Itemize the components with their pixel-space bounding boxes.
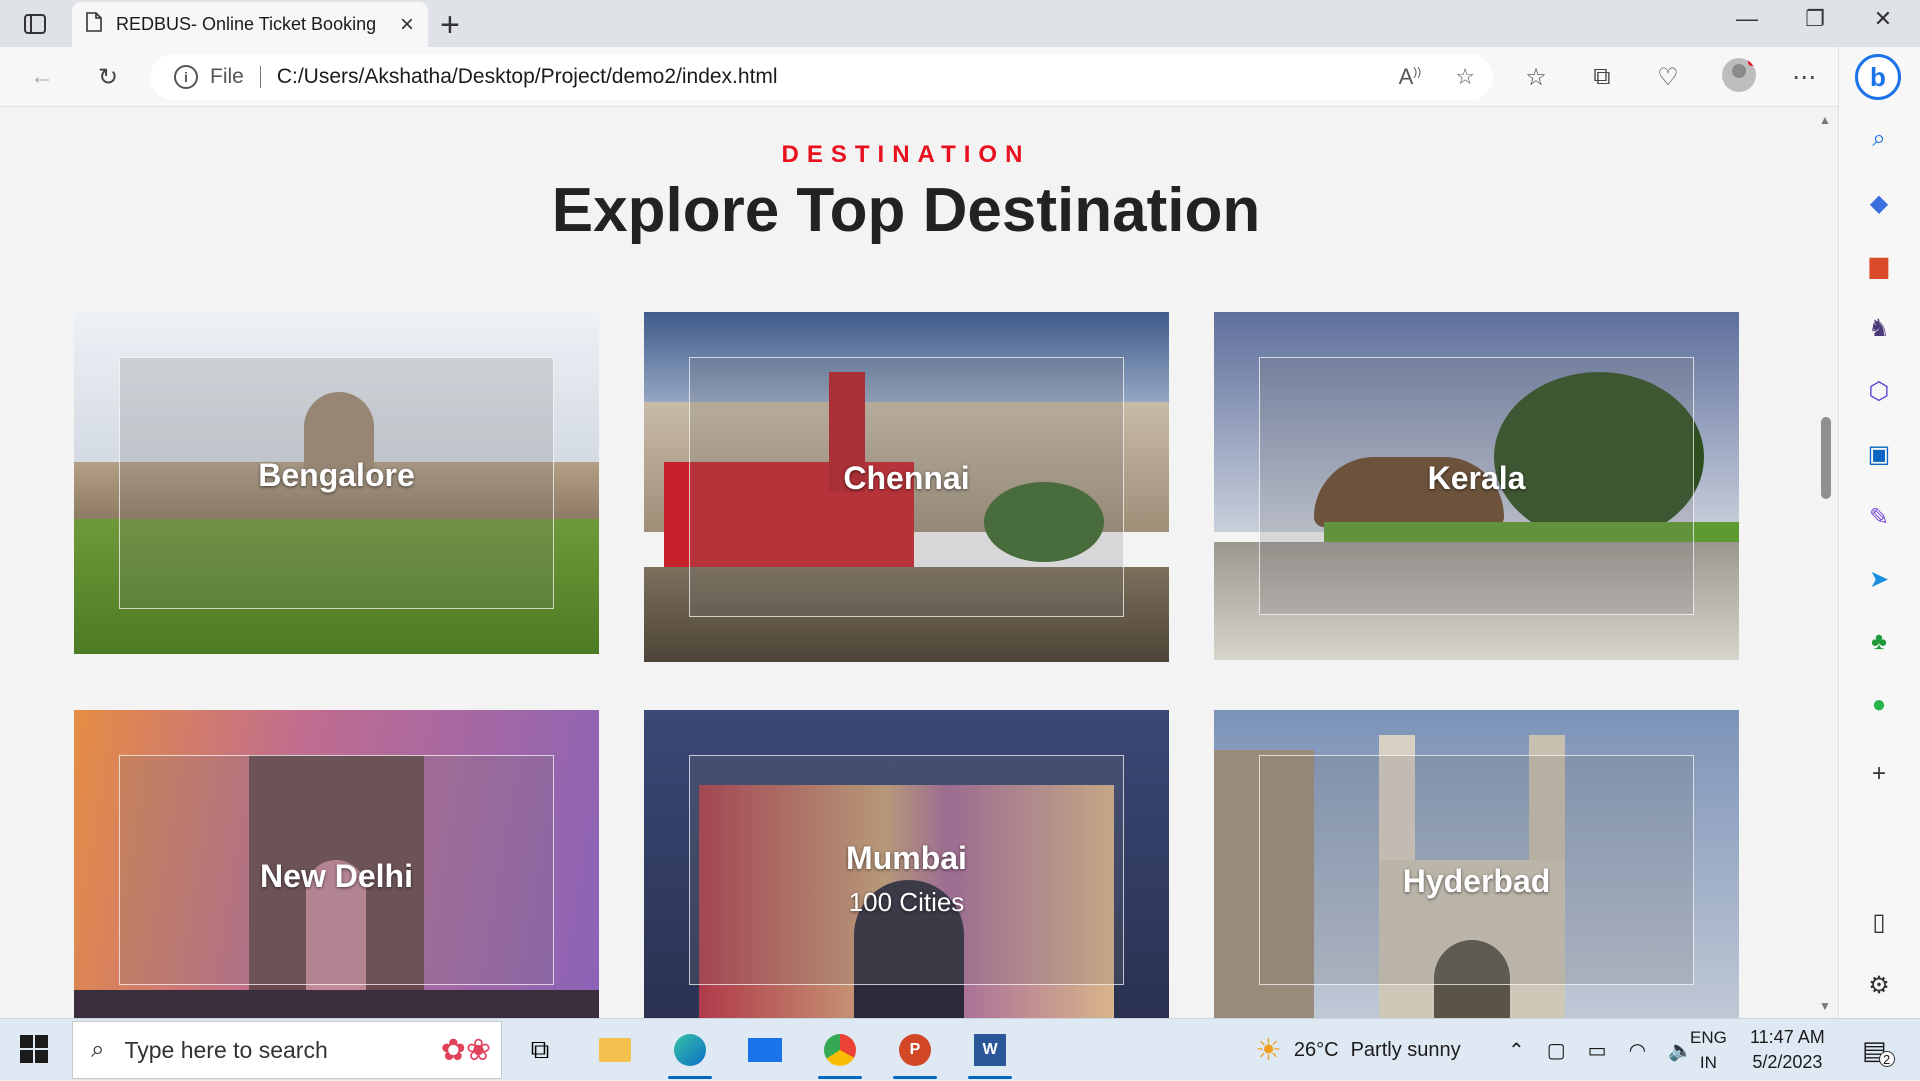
- read-aloud-icon[interactable]: A)): [1399, 64, 1422, 90]
- clock-date: 5/2/2023: [1752, 1052, 1823, 1072]
- window-close-button[interactable]: ✕: [1858, 6, 1908, 32]
- browser-toolbar: ← ↻ i File C:/Users/Akshatha/Desktop/Pro…: [0, 47, 1838, 107]
- destination-card-bengalore[interactable]: Bengalore: [74, 312, 599, 654]
- address-url[interactable]: C:/Users/Akshatha/Desktop/Project/demo2/…: [277, 65, 778, 89]
- card-title: Kerala: [1427, 460, 1526, 496]
- tree-icon[interactable]: ♣: [1862, 625, 1896, 659]
- destination-card-chennai[interactable]: Chennai: [644, 312, 1169, 662]
- clock-time: 11:47 AM: [1750, 1027, 1825, 1047]
- card-title: New Delhi: [260, 858, 413, 894]
- plus-icon[interactable]: +: [440, 8, 460, 42]
- windows-icon[interactable]: [20, 1035, 50, 1065]
- collections-icon[interactable]: ⧉: [1584, 59, 1620, 95]
- hide-sidebar-icon[interactable]: ▯: [1862, 905, 1896, 939]
- destination-card-kerala[interactable]: Kerala: [1214, 312, 1739, 660]
- outlook-icon[interactable]: ▣: [1862, 437, 1896, 471]
- tab-actions-icon[interactable]: [18, 11, 52, 37]
- weather-widget[interactable]: ☀ 26°C Partly sunny: [1255, 1019, 1461, 1081]
- weather-description: Partly sunny: [1350, 1038, 1461, 1061]
- address-scheme: File: [210, 65, 244, 88]
- section-subtitle: DESTINATION: [781, 141, 1031, 168]
- wifi-icon[interactable]: ◠: [1629, 1038, 1646, 1063]
- settings-icon[interactable]: ⚙: [1862, 968, 1896, 1002]
- section-heading: Explore Top Destination: [551, 176, 1261, 245]
- search-icon: ⌕: [91, 1036, 105, 1063]
- office-icon[interactable]: ⬡: [1862, 374, 1896, 408]
- destination-card-hyderbad[interactable]: Hyderbad: [1214, 710, 1739, 1018]
- card-title: Chennai: [843, 460, 970, 496]
- whatsapp-icon[interactable]: ●: [1862, 688, 1896, 722]
- card-subtitle: 100 Cities: [848, 887, 965, 917]
- flowers-decoration-icon: ✿❀: [440, 1033, 491, 1067]
- browser-tab[interactable]: REDBUS- Online Ticket Booking ×: [72, 2, 428, 47]
- card-title: Bengalore: [258, 457, 415, 493]
- add-sidebar-app-icon[interactable]: +: [1862, 757, 1896, 791]
- address-divider: [259, 66, 261, 88]
- bing-icon[interactable]: b: [1855, 54, 1901, 100]
- chevron-up-icon[interactable]: ⌃: [1508, 1038, 1525, 1063]
- tab-title: REDBUS- Online Ticket Booking: [116, 14, 377, 34]
- battery-icon[interactable]: ▭: [1588, 1038, 1607, 1063]
- health-icon[interactable]: ♡: [1650, 59, 1686, 95]
- favorite-add-icon[interactable]: ☆: [1455, 64, 1475, 90]
- tab-bar: REDBUS- Online Ticket Booking × + — ❐ ✕: [0, 0, 1920, 47]
- clock[interactable]: 11:47 AM 5/2/2023: [1750, 1019, 1825, 1081]
- destination-card-mumbai[interactable]: Mumbai 100 Cities: [644, 710, 1169, 1018]
- weather-icon: ☀: [1255, 1033, 1282, 1067]
- edge-icon[interactable]: [660, 1027, 720, 1079]
- notification-badge: 2: [1878, 1051, 1895, 1067]
- meet-icon[interactable]: ▢: [1547, 1038, 1566, 1063]
- notification-icon[interactable]: ▤ 2: [1862, 1019, 1895, 1081]
- address-bar[interactable]: i File C:/Users/Akshatha/Desktop/Project…: [150, 54, 1493, 100]
- system-tray: ⌃ ▢ ▭ ◠ 🔈: [1508, 1019, 1693, 1081]
- minimize-button[interactable]: —: [1722, 6, 1772, 32]
- search-icon[interactable]: ⌕: [1862, 122, 1896, 156]
- more-icon[interactable]: ⋯: [1786, 59, 1822, 95]
- language-region: IN: [1699, 1053, 1717, 1072]
- restore-button[interactable]: ❐: [1790, 6, 1840, 32]
- taskbar: ⌕ Type here to search ✿❀ ⧉ P W ☀ 26°C Pa…: [0, 1018, 1920, 1080]
- page-scrollbar[interactable]: ▲ ▼: [1814, 107, 1838, 1018]
- destination-card-new-delhi[interactable]: New Delhi: [74, 710, 599, 1018]
- file-explorer-icon[interactable]: [585, 1027, 645, 1073]
- file-icon: [86, 12, 102, 37]
- scroll-down-icon[interactable]: ▼: [1819, 999, 1831, 1013]
- favorites-icon[interactable]: ☆: [1518, 59, 1554, 95]
- close-icon[interactable]: ×: [400, 12, 414, 37]
- task-view-icon[interactable]: ⧉: [510, 1027, 570, 1073]
- back-icon[interactable]: ←: [24, 59, 60, 95]
- card-title: Mumbai: [846, 840, 967, 876]
- taskbar-search-placeholder: Type here to search: [124, 1036, 328, 1063]
- language-indicator[interactable]: ENG IN: [1690, 1019, 1727, 1081]
- games-icon[interactable]: ✎: [1862, 500, 1896, 534]
- powerpoint-icon[interactable]: P: [885, 1027, 945, 1079]
- profile-icon[interactable]: [1722, 58, 1756, 92]
- scrollbar-thumb[interactable]: [1821, 417, 1831, 499]
- chrome-icon[interactable]: [810, 1027, 870, 1079]
- foreground: [74, 990, 599, 1018]
- taskbar-search[interactable]: ⌕ Type here to search ✿❀: [72, 1021, 502, 1079]
- briefcase-icon[interactable]: ▆: [1862, 248, 1896, 282]
- mail-icon[interactable]: [735, 1027, 795, 1073]
- send-icon[interactable]: ➤: [1862, 562, 1896, 596]
- chess-icon[interactable]: ♞: [1862, 311, 1896, 345]
- card-title: Hyderbad: [1402, 863, 1551, 899]
- weather-temp: 26°C: [1293, 1038, 1339, 1061]
- tag-icon[interactable]: ◆: [1862, 186, 1896, 220]
- scroll-up-icon[interactable]: ▲: [1819, 113, 1831, 127]
- language-code: ENG: [1690, 1028, 1727, 1047]
- page-viewport: DESTINATION Explore Top Destination Beng…: [0, 107, 1838, 1018]
- word-icon[interactable]: W: [960, 1027, 1020, 1079]
- refresh-icon[interactable]: ↻: [90, 59, 126, 95]
- info-icon[interactable]: i: [174, 65, 198, 89]
